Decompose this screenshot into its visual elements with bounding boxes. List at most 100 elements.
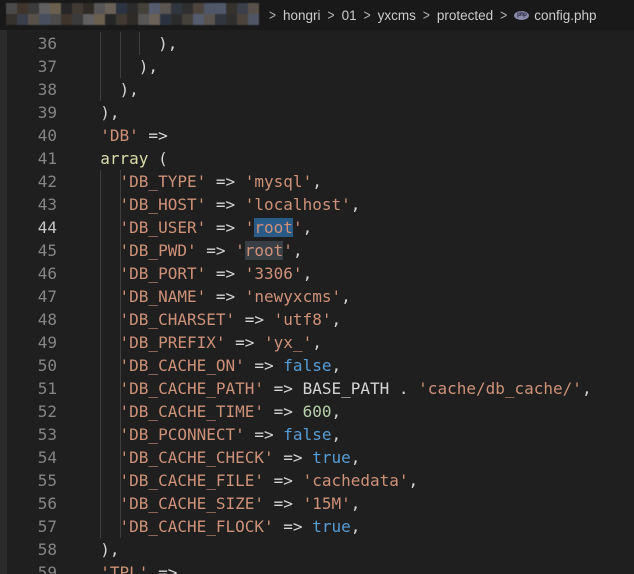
redacted-block (105, 3, 116, 14)
code-line[interactable]: 56 'DB_CACHE_SIZE' => '15M', (0, 492, 634, 515)
code-line[interactable]: 57 'DB_CACHE_FLOCK' => true, (0, 515, 634, 538)
code-line[interactable]: 46 'DB_PORT' => '3306', (0, 262, 634, 285)
redacted-block (28, 3, 39, 14)
code-line[interactable]: 53 'DB_PCONNECT' => false, (0, 423, 634, 446)
line-number[interactable]: 48 (0, 308, 57, 331)
code-line[interactable]: 36 ), (0, 32, 634, 55)
code-line[interactable]: 50 'DB_CACHE_ON' => false, (0, 354, 634, 377)
line-number[interactable]: 52 (0, 400, 57, 423)
code-token: => (264, 379, 303, 398)
breadcrumb-item-file[interactable]: config.php (534, 8, 596, 23)
code-line[interactable]: 55 'DB_CACHE_FILE' => 'cachedata', (0, 469, 634, 492)
indent-guide (100, 308, 102, 331)
line-number[interactable]: 39 (0, 101, 57, 124)
code-token: => (244, 425, 284, 444)
code-line[interactable]: 59 'TPL' => (0, 561, 634, 574)
line-number[interactable]: 49 (0, 331, 57, 354)
line-number[interactable]: 44 (0, 216, 57, 239)
code-line[interactable]: 51 'DB_CACHE_PATH' => BASE_PATH . 'cache… (0, 377, 634, 400)
code-token: 'localhost' (244, 195, 351, 214)
redacted-block (105, 14, 116, 25)
line-number[interactable]: 37 (0, 55, 57, 78)
sidebar-scrollbar[interactable] (0, 30, 7, 574)
redacted-block (17, 14, 28, 25)
code-line[interactable]: 41 array ( (0, 147, 634, 170)
redacted-block (83, 3, 94, 14)
code-token: 'DB_CACHE_CHECK' (119, 448, 274, 467)
code-token: => (196, 241, 236, 260)
redacted-block (138, 14, 149, 25)
line-number[interactable]: 40 (0, 124, 57, 147)
indent-guide (100, 377, 102, 400)
code-token: , (350, 448, 361, 467)
line-number[interactable]: 54 (0, 446, 57, 469)
code-line[interactable]: 40 'DB' => (0, 124, 634, 147)
redacted-block (149, 3, 160, 14)
line-number[interactable]: 57 (0, 515, 57, 538)
code-token: , (312, 333, 322, 352)
code-line[interactable]: 58 ), (0, 538, 634, 561)
code-line-content: 'DB_PWD' => 'root', (81, 239, 303, 262)
code-editor[interactable]: 36 ), 37 ), 38 ), 39 ), 40 'DB' => 41 array (… (0, 30, 634, 574)
line-number[interactable]: 45 (0, 239, 57, 262)
redacted-block (72, 3, 83, 14)
breadcrumb: > hongri >01 > yxcms > protected > php config.php (262, 0, 597, 30)
line-number[interactable]: 51 (0, 377, 57, 400)
code-token: , (581, 379, 592, 398)
code-token: => (273, 517, 313, 536)
code-line[interactable]: 48 'DB_CHARSET' => 'utf8', (0, 308, 634, 331)
word-highlight: root (244, 241, 284, 260)
line-number[interactable]: 46 (0, 262, 57, 285)
indent-guide (119, 193, 121, 216)
vscode-window: > hongri >01 > yxcms > protected > php config.php… (0, 0, 634, 574)
code-line[interactable]: 43 'DB_HOST' => 'localhost', (0, 193, 634, 216)
breadcrumb-item-yxcms[interactable]: yxcms (378, 8, 416, 23)
line-number[interactable]: 55 (0, 469, 57, 492)
line-number[interactable]: 50 (0, 354, 57, 377)
code-token: ), (100, 103, 120, 122)
line-number[interactable]: 36 (0, 32, 57, 55)
code-line[interactable]: 52 'DB_CACHE_TIME' => 600, (0, 400, 634, 423)
code-line[interactable]: 37 ), (0, 55, 634, 78)
line-number[interactable]: 42 (0, 170, 57, 193)
code-line[interactable]: 38 ), (0, 78, 634, 101)
code-token: ), (138, 57, 159, 76)
indent-guide (100, 515, 102, 538)
indent-guide (100, 55, 102, 78)
indent-guide (119, 239, 121, 262)
indent-guide (100, 423, 102, 446)
breadcrumb-item-hongri[interactable]: hongri (283, 8, 321, 23)
line-number[interactable]: 53 (0, 423, 57, 446)
code-line-content: 'DB_CACHE_CHECK' => true, (81, 446, 360, 469)
line-number[interactable]: 43 (0, 193, 57, 216)
code-line[interactable]: 42 'DB_TYPE' => 'mysql', (0, 170, 634, 193)
code-line[interactable]: 44 'DB_USER' => 'root', (0, 216, 634, 239)
code-token: 'DB_HOST' (119, 195, 207, 214)
php-file-icon: php (514, 10, 530, 20)
code-token: , (331, 310, 342, 329)
line-number[interactable]: 56 (0, 492, 57, 515)
line-number[interactable]: 38 (0, 78, 57, 101)
line-number[interactable]: 47 (0, 285, 57, 308)
line-number[interactable]: 59 (0, 561, 57, 574)
indent-guide (100, 32, 102, 55)
breadcrumb-separator-icon: > (269, 6, 277, 24)
code-line[interactable]: 49 'DB_PREFIX' => 'yx_', (0, 331, 634, 354)
line-number[interactable]: 41 (0, 147, 57, 170)
line-number[interactable]: 58 (0, 538, 57, 561)
indent-guide (119, 400, 121, 423)
indent-guide (119, 170, 121, 193)
indent-guide (119, 216, 121, 239)
code-line[interactable]: 45 'DB_PWD' => 'root', (0, 239, 634, 262)
breadcrumb-item-01[interactable]: 01 (342, 8, 357, 23)
breadcrumb-item-protected[interactable]: protected (437, 8, 493, 23)
code-line[interactable]: 39 ), (0, 101, 634, 124)
code-line[interactable]: 54 'DB_CACHE_CHECK' => true, (0, 446, 634, 469)
redacted-block (171, 3, 182, 14)
redacted-block (61, 14, 72, 25)
indent-guide (100, 78, 102, 101)
redacted-block (94, 14, 105, 25)
code-line[interactable]: 47 'DB_NAME' => 'newyxcms', (0, 285, 634, 308)
